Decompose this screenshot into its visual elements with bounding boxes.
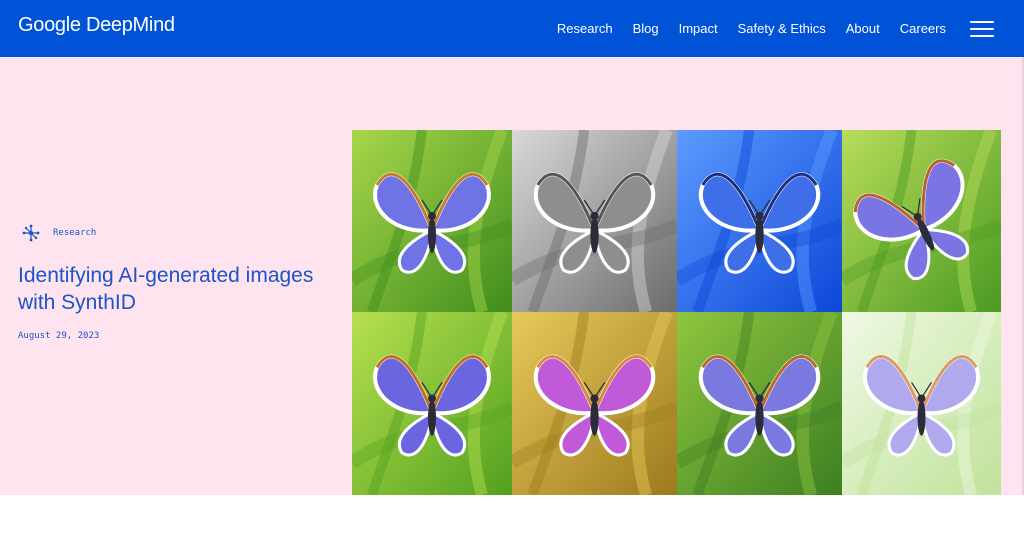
butterfly-image-grid [352,130,1001,495]
category-tag[interactable]: Research [22,224,96,242]
butterfly-noise-image [677,312,842,495]
butterfly-grayscale-image [512,130,677,312]
butterfly-original-image [352,130,512,312]
nav-careers[interactable]: Careers [900,21,946,36]
nav-blog[interactable]: Blog [633,21,659,36]
article-date: August 29, 2023 [18,331,100,341]
google-deepmind-logo[interactable]: Google DeepMind [18,14,175,37]
category-label: Research [53,228,97,238]
nav-research[interactable]: Research [557,21,613,36]
nav-about[interactable]: About [846,21,880,36]
network-nodes-icon [22,224,40,242]
hamburger-menu-icon[interactable] [970,20,994,37]
butterfly-yellow-tint-image [512,312,677,495]
nav-impact[interactable]: Impact [679,21,718,36]
article-title[interactable]: Identifying AI-generated images with Syn… [18,262,318,316]
butterfly-rotated-image [842,130,1001,312]
butterfly-faded-image [842,312,1001,495]
butterfly-blue-tint-image [677,130,842,312]
top-navigation-bar: Google DeepMind Research Blog Impact Saf… [0,0,1024,57]
butterfly-saturated-image [352,312,512,495]
main-nav: Research Blog Impact Safety & Ethics Abo… [557,0,1024,57]
nav-safety-ethics[interactable]: Safety & Ethics [738,21,826,36]
